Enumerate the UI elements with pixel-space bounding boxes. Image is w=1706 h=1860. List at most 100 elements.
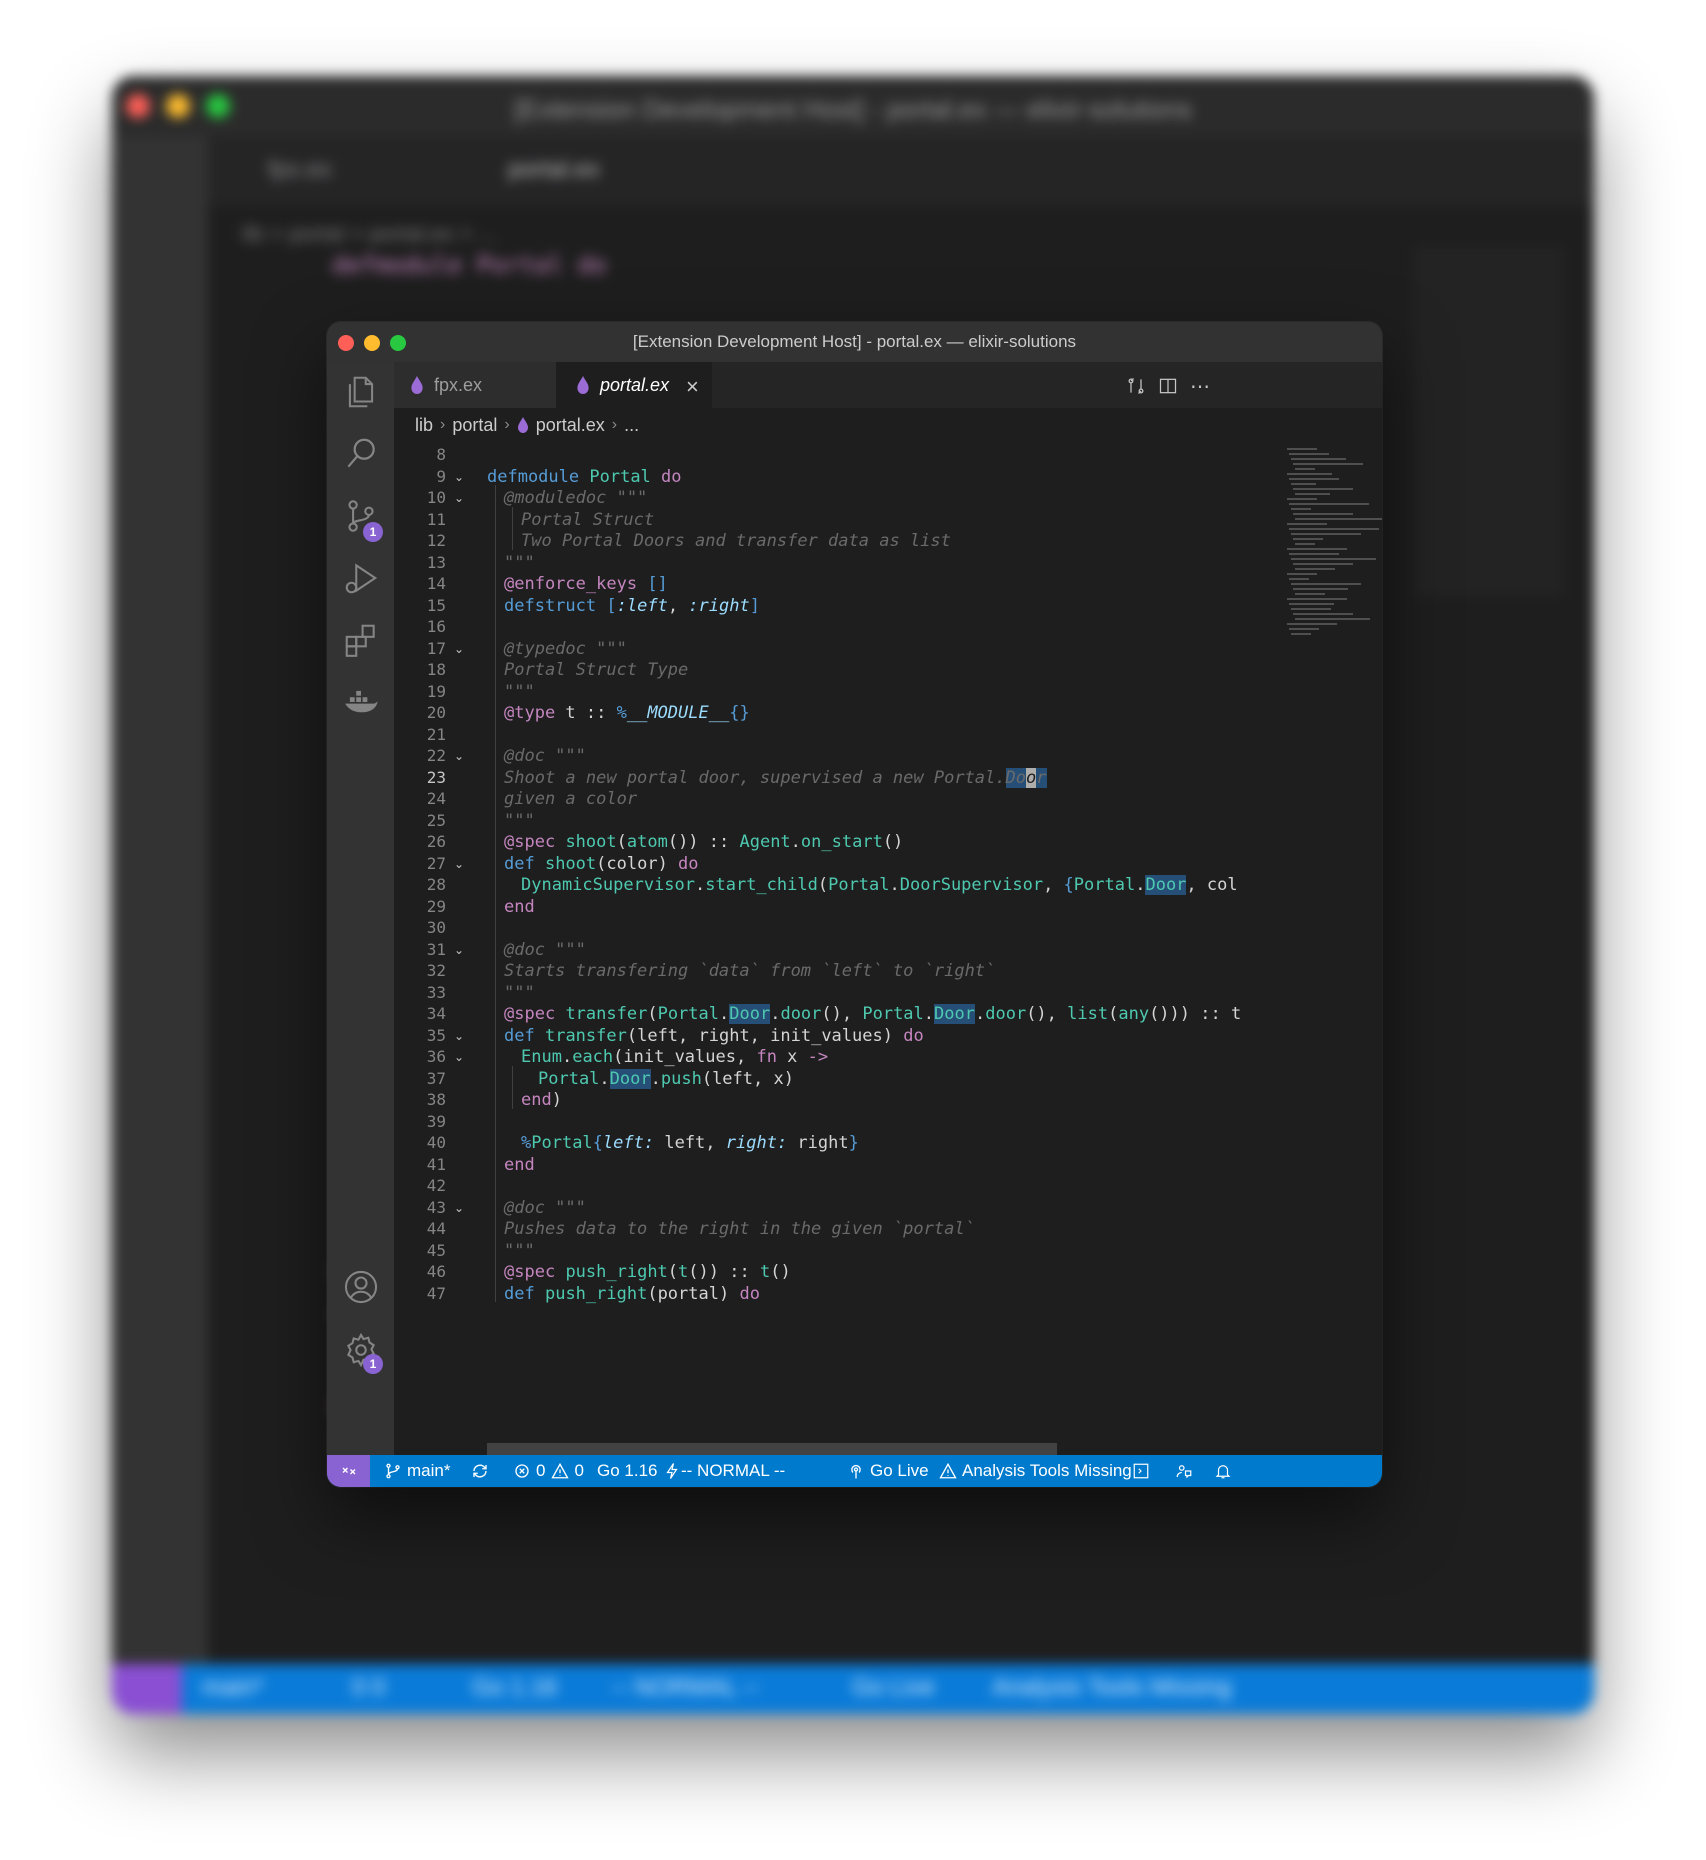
fold-chevron-icon[interactable]: ⌄ xyxy=(454,937,468,963)
fold-chevron-icon[interactable]: ⌄ xyxy=(454,485,468,511)
accounts-button[interactable] xyxy=(327,1257,394,1317)
horizontal-scrollbar[interactable] xyxy=(487,1443,1057,1455)
bg-remote-indicator xyxy=(112,1664,182,1714)
branch-status[interactable]: main* xyxy=(384,1455,450,1487)
code-line[interactable]: end xyxy=(504,894,535,920)
error-icon xyxy=(515,1464,529,1478)
account-icon xyxy=(344,1270,377,1304)
bg-tab-bar: fpx.ex portal.ex xyxy=(208,136,1594,206)
analysis-tools-status[interactable]: Analysis Tools Missing xyxy=(939,1455,1132,1487)
remote-icon xyxy=(342,1467,355,1475)
code-line[interactable]: %Portal{left: left, right: right} xyxy=(521,1130,859,1156)
extensions-icon xyxy=(345,624,375,657)
minimap-line xyxy=(1295,493,1330,495)
bg-breadcrumb: lib > portal > portal.ex > ... xyxy=(242,221,497,246)
bg-tab-portal: portal.ex xyxy=(508,156,601,183)
status-bar: main* 0 0 Go 1.16 -- NORMAL -- Go Live A… xyxy=(327,1455,1382,1487)
manage-button[interactable]: 1 xyxy=(327,1320,394,1380)
sync-button[interactable] xyxy=(471,1455,494,1487)
code-line[interactable]: def push_right(portal) do xyxy=(504,1281,760,1307)
minimap-line xyxy=(1289,503,1369,505)
tab-portal-ex[interactable]: portal.ex × xyxy=(556,362,712,408)
warning-count: 0 xyxy=(574,1461,584,1480)
minimap-line xyxy=(1291,533,1361,535)
tab-label: portal.ex xyxy=(600,374,670,395)
sync-icon xyxy=(473,1464,487,1478)
elixir-file-icon xyxy=(577,376,589,394)
search-icon xyxy=(346,438,375,468)
minimap[interactable] xyxy=(1287,442,1382,742)
fold-chevron-icon[interactable]: ⌄ xyxy=(454,636,468,662)
tab-bar: fpx.ex portal.ex × ⋯ xyxy=(394,362,1382,408)
code-line[interactable]: Starts transfering `data` from `left` to… xyxy=(504,958,995,984)
run-debug-button[interactable] xyxy=(327,548,394,608)
go-live-button[interactable]: Go Live xyxy=(847,1455,929,1487)
code-line[interactable]: end) xyxy=(521,1087,562,1113)
minimap-line xyxy=(1287,573,1317,575)
indent-guide xyxy=(512,506,513,550)
minimap-line xyxy=(1287,548,1347,550)
code-line[interactable]: Pushes data to the right in the given `p… xyxy=(504,1216,975,1242)
code-line[interactable]: defstruct [:left, :right] xyxy=(504,593,760,619)
split-editor-button[interactable] xyxy=(1154,372,1182,400)
code-area[interactable]: defmodule Portal do @moduledoc """ Portal … xyxy=(487,442,1287,1455)
bg-status-go-live: Go Live xyxy=(852,1674,935,1701)
files-icon xyxy=(348,376,373,408)
minimap-line xyxy=(1287,598,1347,600)
fold-chevron-icon[interactable]: ⌄ xyxy=(454,1044,468,1070)
terminal-icon xyxy=(1133,1463,1149,1479)
problems-status[interactable]: 0 0 xyxy=(513,1455,584,1487)
docker-icon xyxy=(344,690,378,713)
minimap-line xyxy=(1289,578,1309,580)
more-actions-button[interactable]: ⋯ xyxy=(1186,372,1214,400)
breadcrumb-item[interactable]: ... xyxy=(624,415,639,436)
minimap-line xyxy=(1293,513,1353,515)
go-version-label: Go 1.16 xyxy=(597,1461,658,1480)
code-line[interactable]: Portal.Door.push(left, x) xyxy=(538,1066,794,1092)
close-icon[interactable]: × xyxy=(686,374,699,400)
extensions-button[interactable] xyxy=(327,610,394,670)
minimap-line xyxy=(1295,518,1382,520)
settings-badge: 1 xyxy=(363,1354,383,1374)
breadcrumb-item[interactable]: portal.ex xyxy=(536,415,605,436)
window-title: [Extension Development Host] - portal.ex… xyxy=(632,332,1077,351)
breadcrumb-item[interactable]: lib xyxy=(415,415,433,436)
docker-button[interactable] xyxy=(327,672,394,732)
indent-guide xyxy=(495,485,496,1302)
tab-label: fpx.ex xyxy=(434,374,483,395)
search-button[interactable] xyxy=(327,424,394,484)
code-line[interactable]: Two Portal Doors and transfer data as li… xyxy=(521,528,951,554)
feedback-button[interactable] xyxy=(1175,1455,1198,1487)
minimap-line xyxy=(1291,483,1316,485)
code-editor[interactable]: 8 9 10 11 12 13 14 15 16 17 18 19 20 21 … xyxy=(394,442,1382,1455)
explorer-button[interactable] xyxy=(327,362,394,422)
minimap-line xyxy=(1289,453,1329,455)
minimap-line xyxy=(1293,488,1353,490)
minimap-line xyxy=(1291,583,1361,585)
go-version-status[interactable]: Go 1.16 xyxy=(597,1455,686,1487)
fold-chevron-icon[interactable]: ⌄ xyxy=(454,1195,468,1221)
code-line[interactable]: end xyxy=(504,1152,535,1178)
remote-indicator-button[interactable] xyxy=(327,1455,370,1487)
broadcast-icon xyxy=(851,1464,861,1479)
branch-label: main* xyxy=(407,1461,451,1480)
tab-fpx-ex[interactable]: fpx.ex xyxy=(394,362,556,408)
minimap-line xyxy=(1287,498,1317,500)
vim-mode-status: -- NORMAL -- xyxy=(681,1461,786,1480)
open-changes-button[interactable] xyxy=(1122,372,1150,400)
code-line[interactable]: DynamicSupervisor.start_child(Portal.Doo… xyxy=(521,872,1238,898)
terminal-button[interactable] xyxy=(1132,1455,1155,1487)
bg-minimap xyxy=(1414,246,1564,596)
title-bar: [Extension Development Host] - portal.ex… xyxy=(327,322,1382,362)
fold-chevron-icon[interactable]: ⌄ xyxy=(454,851,468,877)
fold-chevron-icon[interactable]: ⌄ xyxy=(454,743,468,769)
notifications-button[interactable] xyxy=(1214,1455,1237,1487)
bg-status-counts: 0 0 xyxy=(352,1674,386,1701)
chevron-right-icon: › xyxy=(504,416,510,433)
line-number-gutter: 8 9 10 11 12 13 14 15 16 17 18 19 20 21 … xyxy=(394,442,464,1455)
minimap-line xyxy=(1295,618,1370,620)
ellipsis-icon: ⋯ xyxy=(1190,375,1210,398)
breadcrumb-item[interactable]: portal xyxy=(452,415,497,436)
code-line[interactable]: @type t :: %__MODULE__{} xyxy=(504,700,750,726)
source-control-button[interactable]: 1 xyxy=(327,486,394,546)
